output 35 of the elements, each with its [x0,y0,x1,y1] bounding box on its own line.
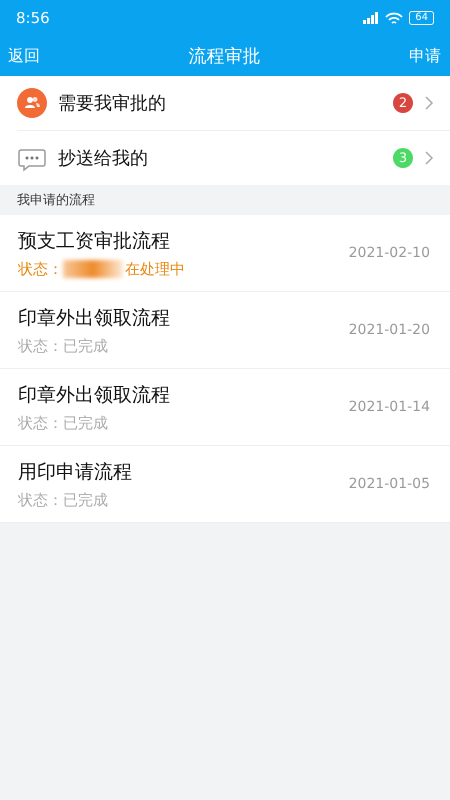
status-label: 状态： [18,414,63,432]
process-row[interactable]: 用印申请流程 状态：已完成 2021-01-05 [0,446,450,523]
count-badge: 3 [393,148,413,168]
process-title: 印章外出领取流程 [18,306,171,330]
section-header: 我申请的流程 [16,192,96,210]
menu-label: 需要我审批的 [58,92,167,115]
battery-indicator: 64 [409,11,434,25]
process-title: 预支工资审批流程 [18,228,171,254]
menu-label: 抄送给我的 [58,147,149,170]
status-value: 已完成 [63,490,108,510]
process-row[interactable]: 印章外出领取流程 状态：已完成 2021-01-20 [0,292,450,369]
process-date: 2021-01-14 [348,399,430,415]
count-badge: 2 [393,93,413,113]
menu-item[interactable]: 需要我审批的 2 [17,76,450,131]
status-label: 状态： [18,336,63,356]
signal-icon [363,12,380,24]
process-row[interactable]: 印章外出领取流程 状态：已完成 2021-01-14 [0,369,450,446]
status-value: 已完成 [63,336,108,356]
status-value: 在处理中 [125,260,185,278]
process-date: 2021-02-10 [348,245,430,261]
status-label: 状态： [18,260,63,278]
process-date: 2021-01-05 [348,476,430,492]
chevron-icon [424,95,434,111]
status-value: 已完成 [63,414,108,432]
menu-item[interactable]: 抄送给我的 3 [17,131,450,185]
chevron-icon [424,150,434,166]
process-title: 印章外出领取流程 [18,382,171,408]
people-icon [17,88,47,118]
process-row[interactable]: 预支工资审批流程 状态： 在处理中 2021-02-10 [0,215,450,292]
status-label: 状态： [18,490,63,510]
status-time: 8:56 [16,9,50,27]
process-date: 2021-01-20 [348,322,430,338]
page-title: 流程审批 [188,45,260,68]
process-title: 用印申请流程 [18,460,133,484]
wifi-icon [385,12,404,24]
